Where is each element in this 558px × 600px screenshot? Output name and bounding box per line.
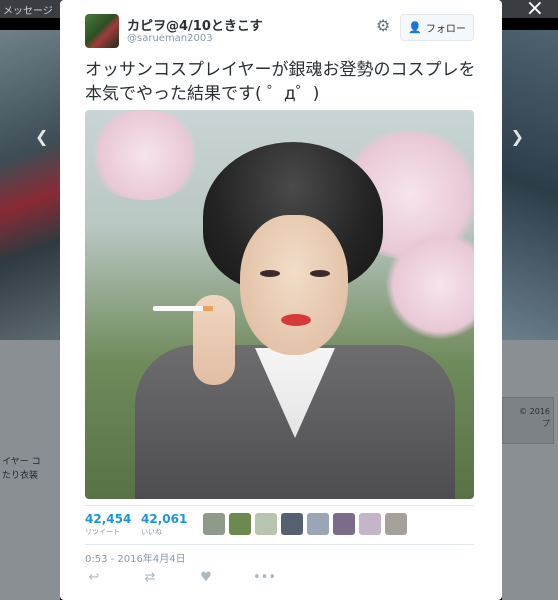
screen-name[interactable]: @sarueman2003 xyxy=(127,33,213,44)
retweet-label: リツイート xyxy=(85,528,120,536)
avatar[interactable] xyxy=(203,513,225,535)
reply-icon[interactable]: ↩ xyxy=(85,570,103,585)
retweet-stat[interactable]: 42,454 リツイート xyxy=(85,512,131,537)
background-image-left xyxy=(0,30,60,340)
background-text-line: プ xyxy=(542,419,550,428)
tweet-card: カピヲ@4/10ときこす @sarueman2003 ⚙ 👤 フォロー オッサン… xyxy=(60,0,502,600)
messages-label[interactable]: メッセージ xyxy=(3,2,53,17)
tweet-actions: ↩ ⇄ ♥ ••• xyxy=(85,570,276,585)
chevron-left-icon[interactable]: ❮ xyxy=(35,127,48,146)
avatar[interactable] xyxy=(229,513,251,535)
avatar[interactable] xyxy=(307,513,329,535)
avatar[interactable] xyxy=(333,513,355,535)
cigarette-tip-shape xyxy=(203,306,213,311)
gear-icon[interactable]: ⚙ xyxy=(376,16,390,35)
retweet-icon[interactable]: ⇄ xyxy=(141,570,159,585)
eye-shape xyxy=(310,270,330,277)
tweet-timestamp[interactable]: 0:53 - 2016年4月4日 xyxy=(85,550,186,565)
tweet-text: オッサンコスプレイヤーが銀魂お登勢のコスプレを本気でやった結果です( ゜д゜) xyxy=(85,60,476,104)
display-name[interactable]: カピヲ@4/10ときこす xyxy=(127,15,263,34)
follow-label: フォロー xyxy=(425,24,466,35)
avatar[interactable] xyxy=(385,513,407,535)
follow-button[interactable]: 👤 フォロー xyxy=(400,14,474,41)
background-text-line: たり衣装 xyxy=(2,471,39,481)
background-text-right: © 2016 プ xyxy=(519,406,550,430)
close-icon[interactable]: × xyxy=(526,0,544,20)
lips-shape xyxy=(281,314,311,326)
background-text-line: © 2016 xyxy=(519,407,550,416)
background-image-right xyxy=(502,30,558,340)
like-count: 42,061 xyxy=(141,512,188,526)
chevron-right-icon[interactable]: ❯ xyxy=(511,127,524,146)
avatar[interactable] xyxy=(359,513,381,535)
eye-shape xyxy=(260,270,280,277)
avatar[interactable] xyxy=(85,14,119,48)
background-text-left: イヤー コ たり衣装 xyxy=(2,455,41,483)
add-user-icon: 👤 xyxy=(408,21,422,34)
blossom-shape xyxy=(85,110,205,200)
like-stat[interactable]: 42,061 いいね xyxy=(141,512,187,537)
more-icon[interactable]: ••• xyxy=(253,570,276,585)
cigarette-shape xyxy=(153,306,209,311)
background-panel-right xyxy=(502,340,558,600)
like-label: いいね xyxy=(141,528,162,536)
avatar[interactable] xyxy=(255,513,277,535)
liker-avatars xyxy=(203,513,407,535)
tweet-photo[interactable] xyxy=(85,110,474,499)
avatar[interactable] xyxy=(281,513,303,535)
tweet-stats: 42,454 リツイート 42,061 いいね xyxy=(85,505,474,545)
face-shape xyxy=(240,215,348,355)
heart-icon[interactable]: ♥ xyxy=(197,570,215,585)
background-text-line: イヤー コ xyxy=(2,457,41,467)
retweet-count: 42,454 xyxy=(85,512,132,526)
